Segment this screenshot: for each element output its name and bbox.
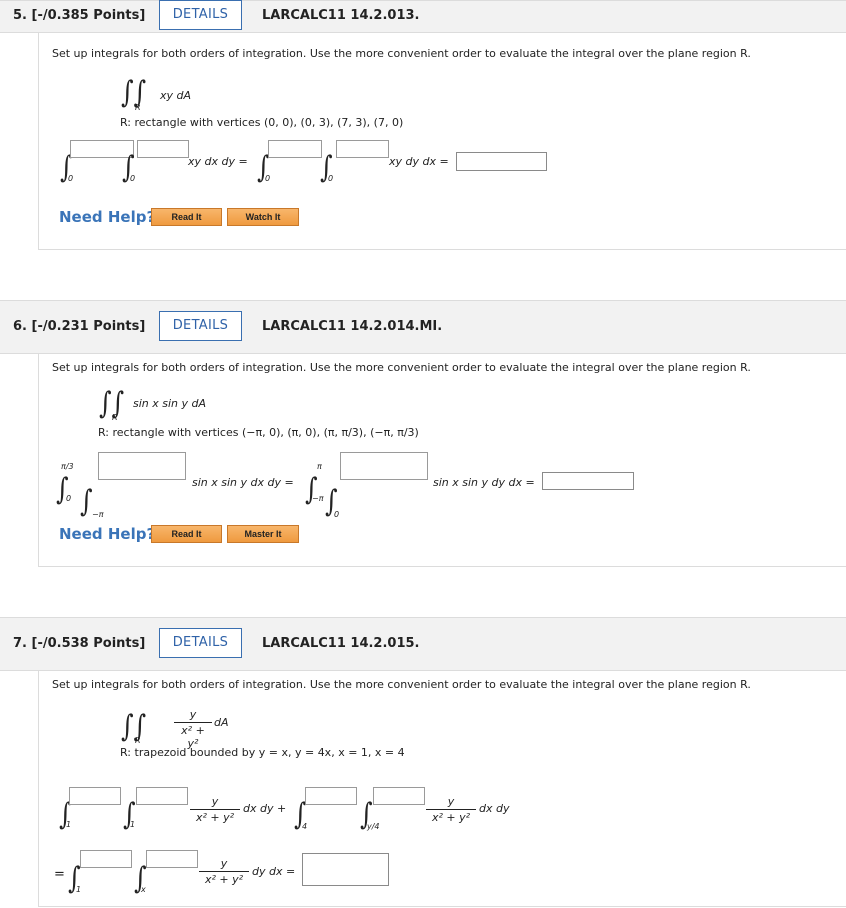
q7-details-button[interactable]: DETAILS xyxy=(159,628,242,658)
q7-fraction-3: y x² + y² xyxy=(199,857,249,886)
q7-fraction-1-numerator: y xyxy=(211,795,219,808)
q6-integrand: sin x sin y dA xyxy=(133,397,207,410)
q6-need-help: Need Help? xyxy=(59,525,156,543)
q6-region: R: rectangle with vertices (−π, 0), (π, … xyxy=(98,426,419,439)
q6-lower-limit-outer-2: −π xyxy=(312,494,324,503)
q7-answer-input[interactable] xyxy=(302,853,389,886)
q7-fraction-2-numerator: y xyxy=(447,795,455,808)
question-6-code: LARCALC11 14.2.014.MI. xyxy=(262,319,443,334)
q5-watch-it-button[interactable]: Watch It xyxy=(227,208,299,226)
q5-expression-1: xy dx dy = xyxy=(188,155,248,168)
question-6-points: 6. [-/0.231 Points] xyxy=(13,319,146,334)
q7-lower-limit-inner-3: x xyxy=(141,885,146,894)
q6-lower-limit-inner-1: −π xyxy=(92,510,104,519)
q7-region-subscript: R xyxy=(135,736,141,745)
q7-dA: dA xyxy=(214,716,229,729)
q7-fraction-bar xyxy=(174,722,212,723)
q5-upper-limit-inner-2[interactable] xyxy=(336,140,389,158)
q7-fraction-1: y x² + y² xyxy=(190,795,240,824)
q5-double-integral-symbol: ∫∫ xyxy=(121,74,147,110)
q5-lower-limit-outer-2: 0 xyxy=(265,174,271,183)
q7-upper-limit-outer-3[interactable] xyxy=(80,850,132,868)
q7-upper-limit-inner-3[interactable] xyxy=(146,850,198,868)
q7-upper-limit-outer-2[interactable] xyxy=(305,787,357,805)
q6-inner-integral-1: ∫ xyxy=(80,483,93,519)
q7-fraction-3-numerator: y xyxy=(220,857,228,870)
q7-lower-limit-outer-1: 1 xyxy=(66,820,72,829)
q6-expression-2: sin x sin y dy dx = xyxy=(433,476,535,489)
q7-fraction-2: y x² + y² xyxy=(426,795,476,824)
q7-fraction-3-denominator: x² + y² xyxy=(204,873,244,886)
q7-lower-limit-outer-2: 4 xyxy=(302,822,308,831)
q7-fraction-2-bar xyxy=(426,809,476,810)
q7-integrand-fraction: y x² + y² xyxy=(174,708,212,750)
q7-lower-limit-inner-1: 1 xyxy=(130,820,136,829)
q5-upper-limit-inner-1[interactable] xyxy=(137,140,189,158)
q6-expression-1: sin x sin y dx dy = xyxy=(192,476,294,489)
q7-fraction-1-denominator: x² + y² xyxy=(195,811,235,824)
q5-region-subscript: R xyxy=(135,103,141,112)
q6-lower-limit-outer-1: 0 xyxy=(66,494,72,503)
q5-instruction: Set up integrals for both orders of inte… xyxy=(52,47,751,60)
q6-lower-limit-inner-2: 0 xyxy=(334,510,340,519)
q6-answer-input[interactable] xyxy=(542,472,634,490)
q6-details-button[interactable]: DETAILS xyxy=(159,311,242,341)
q7-upper-limit-inner-1[interactable] xyxy=(136,787,188,805)
q7-fraction-3-bar xyxy=(199,871,249,872)
q6-upper-limit-inner-2[interactable] xyxy=(340,452,428,480)
q7-fraction-2-denominator: x² + y² xyxy=(431,811,471,824)
question-7-points: 7. [-/0.538 Points] xyxy=(13,636,146,651)
q7-differential-2: dx dy xyxy=(479,802,510,815)
q5-lower-limit-inner-2: 0 xyxy=(328,174,334,183)
q6-upper-limit-outer-1: π/3 xyxy=(61,462,74,471)
q5-lower-limit-outer-1: 0 xyxy=(68,174,74,183)
q7-double-integral-symbol: ∫∫ xyxy=(121,708,147,744)
question-5-points: 5. [-/0.385 Points] xyxy=(13,8,146,23)
q6-master-it-button[interactable]: Master It xyxy=(227,525,299,543)
q7-lower-limit-outer-3: 1 xyxy=(76,885,82,894)
q5-region: R: rectangle with vertices (0, 0), (0, 3… xyxy=(120,116,404,129)
q7-differential-3: dy dx = xyxy=(252,865,296,878)
q7-fraction-1-bar xyxy=(190,809,240,810)
q7-upper-limit-outer-1[interactable] xyxy=(69,787,121,805)
q7-instruction: Set up integrals for both orders of inte… xyxy=(52,678,751,691)
q5-details-button[interactable]: DETAILS xyxy=(159,0,242,30)
q7-equals-sign: = xyxy=(54,867,65,882)
q5-answer-input[interactable] xyxy=(456,152,547,171)
q6-upper-limit-inner-1[interactable] xyxy=(98,452,186,480)
q7-region: R: trapezoid bounded by y = x, y = 4x, x… xyxy=(120,746,405,759)
q5-expression-2: xy dy dx = xyxy=(389,155,449,168)
q5-need-help: Need Help? xyxy=(59,208,156,226)
q6-instruction: Set up integrals for both orders of inte… xyxy=(52,361,751,374)
question-7-code: LARCALC11 14.2.015. xyxy=(262,636,420,651)
q5-integrand: xy dA xyxy=(160,89,192,102)
question-5-code: LARCALC11 14.2.013. xyxy=(262,8,420,23)
q5-lower-limit-inner-1: 0 xyxy=(130,174,136,183)
q6-region-subscript: R xyxy=(112,413,118,422)
q5-read-it-button[interactable]: Read It xyxy=(151,208,222,226)
q7-numerator: y xyxy=(189,708,197,721)
q7-upper-limit-inner-2[interactable] xyxy=(373,787,425,805)
q7-differential-1: dx dy + xyxy=(243,802,287,815)
q6-upper-limit-outer-2: π xyxy=(317,462,322,471)
q6-read-it-button[interactable]: Read It xyxy=(151,525,222,543)
q7-lower-limit-inner-2: y/4 xyxy=(367,822,380,831)
q5-upper-limit-outer-2[interactable] xyxy=(268,140,322,158)
